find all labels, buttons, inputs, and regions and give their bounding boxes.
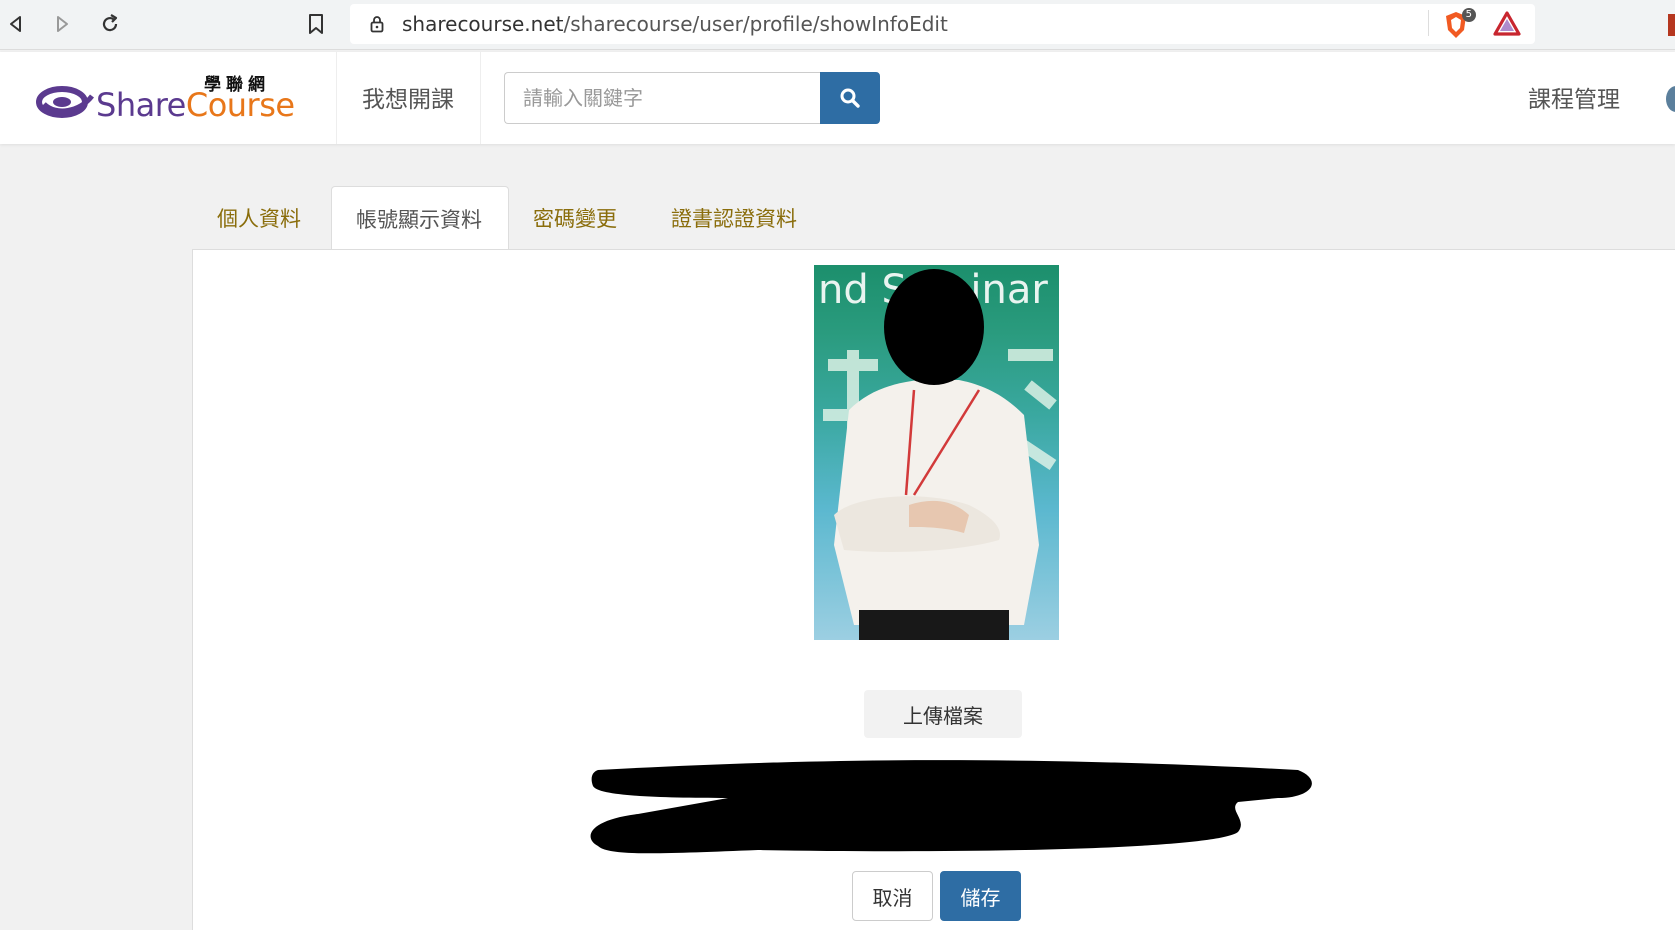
toolbar-divider [1428, 10, 1429, 36]
address-bar[interactable]: sharecourse.net/sharecourse/user/profile… [350, 4, 1535, 44]
search-button[interactable] [820, 72, 880, 124]
nav-open-course-link[interactable]: 我想開課 [362, 80, 454, 114]
search-input[interactable] [504, 72, 820, 124]
brave-shield-icon[interactable]: 5 [1442, 8, 1476, 40]
logo-swirl-icon [36, 86, 94, 118]
site-search [504, 72, 880, 124]
tab-account-display[interactable]: 帳號顯示資料 [331, 186, 509, 251]
profile-photo: nd Seminar [814, 265, 1059, 640]
lock-icon [368, 15, 386, 33]
brave-rewards-icon[interactable] [1493, 10, 1523, 40]
redaction-mark [590, 760, 1312, 854]
reload-icon[interactable] [94, 8, 126, 40]
cancel-button[interactable]: 取消 [852, 871, 933, 921]
tab-personal-info[interactable]: 個人資料 [193, 186, 331, 250]
tab-content-panel: nd Seminar 上傳檔案 取消 儲存 [192, 249, 1675, 930]
logo-text-chinese: 學聯網 [204, 75, 270, 95]
nav-course-manage-link[interactable]: 課程管理 [1528, 80, 1620, 114]
header-divider [336, 52, 337, 144]
site-header: ShareCourse 學聯網 我想開課 課程管理 [0, 52, 1675, 144]
profile-tabs: 個人資料 帳號顯示資料 密碼變更 證書認證資料 [193, 186, 833, 251]
search-icon [840, 88, 860, 108]
user-avatar[interactable] [1666, 86, 1675, 112]
bookmark-icon[interactable] [300, 8, 332, 40]
logo-text-share: Share [96, 86, 186, 124]
url-text: sharecourse.net/sharecourse/user/profile… [402, 12, 948, 36]
forward-icon[interactable] [46, 8, 78, 40]
window-edge-icon [1668, 14, 1675, 36]
tab-certificate[interactable]: 證書認證資料 [647, 186, 833, 250]
back-icon[interactable] [0, 8, 32, 40]
upload-file-button[interactable]: 上傳檔案 [864, 690, 1022, 738]
person-figure [834, 269, 1039, 640]
sharecourse-logo[interactable]: ShareCourse 學聯網 [36, 72, 296, 128]
browser-toolbar: sharecourse.net/sharecourse/user/profile… [0, 0, 1675, 50]
header-divider [480, 52, 481, 144]
save-button[interactable]: 儲存 [940, 871, 1021, 921]
extension-badge: 5 [1461, 8, 1476, 22]
url-path: /sharecourse/user/profile/showInfoEdit [563, 12, 948, 36]
url-host: sharecourse.net [402, 12, 564, 36]
tab-password-change[interactable]: 密碼變更 [509, 186, 647, 250]
